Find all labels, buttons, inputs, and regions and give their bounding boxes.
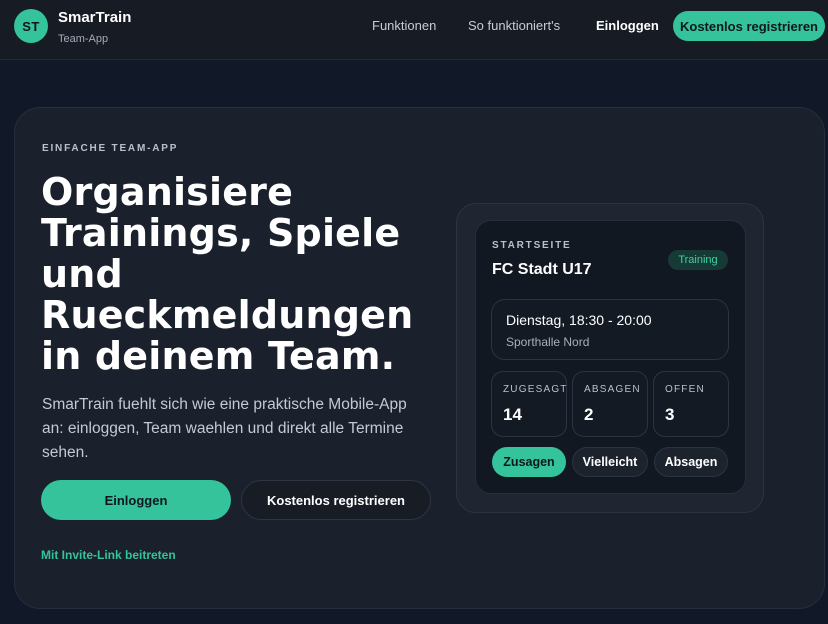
event-card[interactable]	[491, 299, 729, 360]
stat-label: OFFEN	[665, 384, 705, 395]
stat-value: 14	[503, 405, 522, 424]
phone-team-name: FC Stadt U17	[492, 261, 592, 278]
accept-button[interactable]: Zusagen	[492, 447, 566, 477]
hero-lead-text: SmarTrain fuehlt sich wie eine praktisch…	[42, 396, 407, 461]
stat-value: 2	[584, 405, 594, 424]
invite-link[interactable]: Mit Invite-Link beitreten	[41, 548, 176, 562]
nav-link-how-it-works[interactable]: So funktioniert's	[468, 18, 560, 33]
hero-eyebrow: EINFACHE TEAM-APP	[42, 143, 179, 154]
event-location: Sporthalle Nord	[506, 335, 590, 349]
hero-register-button[interactable]: Kostenlos registrieren	[241, 480, 431, 520]
nav-link-features[interactable]: Funktionen	[372, 18, 436, 33]
decline-button[interactable]: Absagen	[654, 447, 728, 477]
top-navigation-bar: ST SmarTrain Team-App Funktionen So funk…	[0, 0, 828, 60]
event-time: Dienstag, 18:30 - 20:00	[506, 312, 652, 328]
stat-value: 3	[665, 405, 675, 424]
stat-card-declined: ABSAGEN 2	[572, 371, 648, 437]
stat-card-accepted: ZUGESAGT 14	[491, 371, 567, 437]
brand-name[interactable]: SmarTrain	[58, 9, 131, 26]
phone-screen-label: STARTSEITE	[492, 240, 572, 251]
brand-subtitle: Team-App	[58, 33, 109, 45]
stat-label: ABSAGEN	[584, 384, 641, 395]
nav-register-button[interactable]: Kostenlos registrieren	[673, 11, 825, 41]
hero-login-button[interactable]: Einloggen	[41, 480, 231, 520]
stat-card-open: OFFEN 3	[653, 371, 729, 437]
brand-logo-badge[interactable]: ST	[14, 9, 48, 43]
stat-label: ZUGESAGT	[503, 384, 568, 395]
maybe-button[interactable]: Vielleicht	[572, 447, 648, 477]
nav-login-link[interactable]: Einloggen	[596, 18, 659, 33]
event-type-badge: Training	[668, 250, 728, 270]
hero-headline: Organisiere Trainings, Spiele und Rueckm…	[41, 170, 414, 378]
